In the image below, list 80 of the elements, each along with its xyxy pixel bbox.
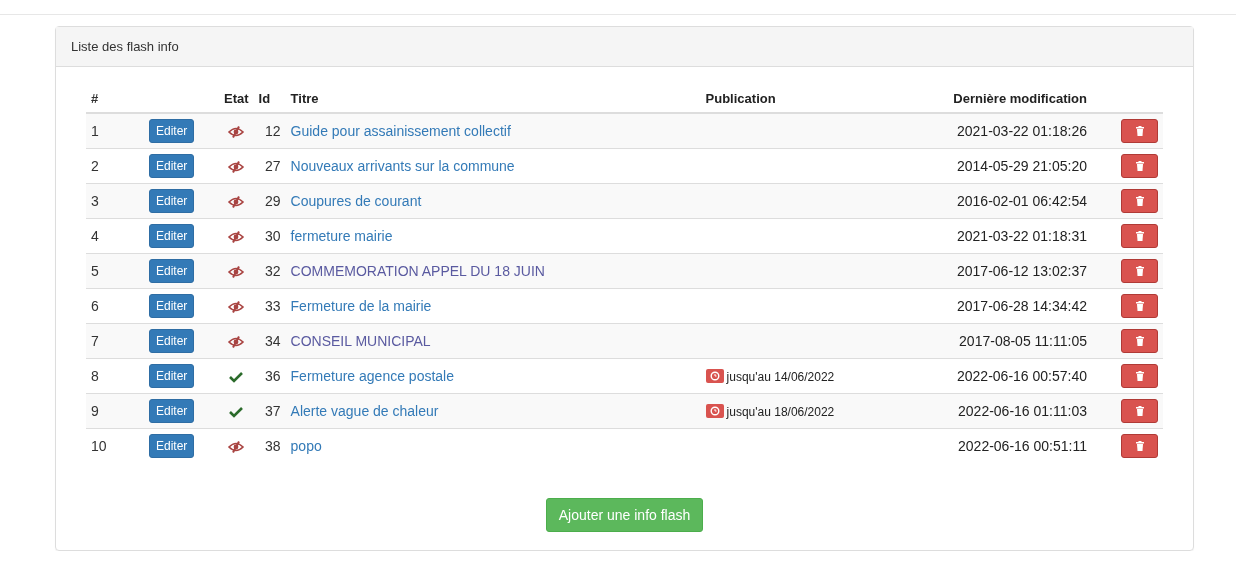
row-id: 30 bbox=[265, 228, 281, 244]
column-header: Etat bbox=[224, 91, 249, 106]
modified-date: 2017-06-28 14:34:42 bbox=[957, 298, 1087, 314]
trash-icon bbox=[1135, 371, 1144, 381]
row-id: 12 bbox=[265, 123, 281, 139]
edit-button[interactable]: Editer bbox=[149, 189, 195, 213]
delete-button[interactable] bbox=[1121, 154, 1158, 178]
edit-button[interactable]: Editer bbox=[149, 224, 195, 248]
row-number: 9 bbox=[91, 403, 99, 419]
title-link[interactable]: Fermeture de la mairie bbox=[290, 298, 432, 314]
title-link[interactable]: Fermeture agence postale bbox=[290, 368, 454, 384]
trash-icon bbox=[1135, 336, 1144, 346]
delete-button[interactable] bbox=[1121, 364, 1158, 388]
delete-button[interactable] bbox=[1121, 399, 1158, 423]
trash-icon bbox=[1135, 441, 1144, 451]
modified-date: 2014-05-29 21:05:20 bbox=[957, 158, 1087, 174]
column-header: Titre bbox=[290, 91, 319, 106]
delete-button[interactable] bbox=[1121, 329, 1158, 353]
add-button[interactable]: Ajouter une info flash bbox=[545, 498, 704, 532]
delete-button[interactable] bbox=[1121, 259, 1158, 283]
row-id: 36 bbox=[265, 368, 281, 384]
row-id: 32 bbox=[265, 263, 281, 279]
column-header: Dernière modification bbox=[953, 91, 1087, 106]
row-number: 3 bbox=[91, 193, 99, 209]
row-id: 29 bbox=[265, 193, 281, 209]
delete-button[interactable] bbox=[1121, 434, 1158, 458]
column-header: # bbox=[91, 91, 99, 106]
delete-button[interactable] bbox=[1121, 224, 1158, 248]
column-header: Id bbox=[258, 91, 271, 106]
trash-icon bbox=[1135, 196, 1144, 206]
row-id: 34 bbox=[265, 333, 281, 349]
trash-icon bbox=[1135, 126, 1144, 136]
row-id: 37 bbox=[265, 403, 281, 419]
edit-button[interactable]: Editer bbox=[149, 154, 195, 178]
modified-date: 2021-03-22 01:18:31 bbox=[957, 228, 1087, 244]
title-link[interactable]: Coupures de courant bbox=[290, 193, 422, 209]
row-number: 2 bbox=[91, 158, 99, 174]
clock-icon bbox=[705, 369, 724, 384]
title-link[interactable]: Alerte vague de chaleur bbox=[290, 403, 439, 419]
title-link[interactable]: popo bbox=[290, 438, 322, 454]
title-link[interactable]: CONSEIL MUNICIPAL bbox=[290, 333, 431, 349]
row-id: 33 bbox=[265, 298, 281, 314]
edit-button[interactable]: Editer bbox=[149, 119, 195, 143]
row-number: 8 bbox=[91, 368, 99, 384]
title-link[interactable]: Nouveaux arrivants sur la commune bbox=[290, 158, 515, 174]
modified-date: 2017-06-12 13:02:37 bbox=[957, 263, 1087, 279]
row-id: 38 bbox=[265, 438, 281, 454]
title-link[interactable]: fermeture mairie bbox=[290, 228, 393, 244]
clock-icon bbox=[705, 404, 724, 419]
trash-icon bbox=[1135, 161, 1144, 171]
edit-button[interactable]: Editer bbox=[149, 364, 195, 388]
trash-icon bbox=[1135, 266, 1144, 276]
trash-icon bbox=[1135, 301, 1144, 311]
row-number: 7 bbox=[91, 333, 99, 349]
row-id: 27 bbox=[265, 158, 281, 174]
edit-button[interactable]: Editer bbox=[149, 399, 195, 423]
column-header: Publication bbox=[705, 91, 776, 106]
trash-icon bbox=[1135, 231, 1144, 241]
modified-date: 2022-06-16 00:51:11 bbox=[958, 438, 1087, 454]
modified-date: 2021-03-22 01:18:26 bbox=[957, 123, 1087, 139]
modified-date: 2022-06-16 00:57:40 bbox=[957, 368, 1087, 384]
modified-date: 2016-02-01 06:42:54 bbox=[957, 193, 1087, 209]
delete-button[interactable] bbox=[1121, 189, 1158, 213]
trash-icon bbox=[1135, 406, 1144, 416]
delete-button[interactable] bbox=[1121, 294, 1158, 318]
edit-button[interactable]: Editer bbox=[149, 434, 195, 458]
delete-button[interactable] bbox=[1121, 119, 1158, 143]
panel-title: Liste des flash info bbox=[71, 39, 179, 54]
edit-button[interactable]: Editer bbox=[149, 294, 195, 318]
edit-button[interactable]: Editer bbox=[149, 259, 195, 283]
row-number: 5 bbox=[91, 263, 99, 279]
row-number: 4 bbox=[91, 228, 99, 244]
edit-button[interactable]: Editer bbox=[149, 329, 195, 353]
row-number: 1 bbox=[91, 123, 99, 139]
publication-date: jusqu'au 18/06/2022 bbox=[726, 404, 835, 419]
row-number: 6 bbox=[91, 298, 99, 314]
modified-date: 2022-06-16 01:11:03 bbox=[958, 403, 1087, 419]
publication-date: jusqu'au 14/06/2022 bbox=[726, 369, 835, 384]
row-number: 10 bbox=[91, 438, 107, 454]
modified-date: 2017-08-05 11:11:05 bbox=[959, 333, 1087, 349]
